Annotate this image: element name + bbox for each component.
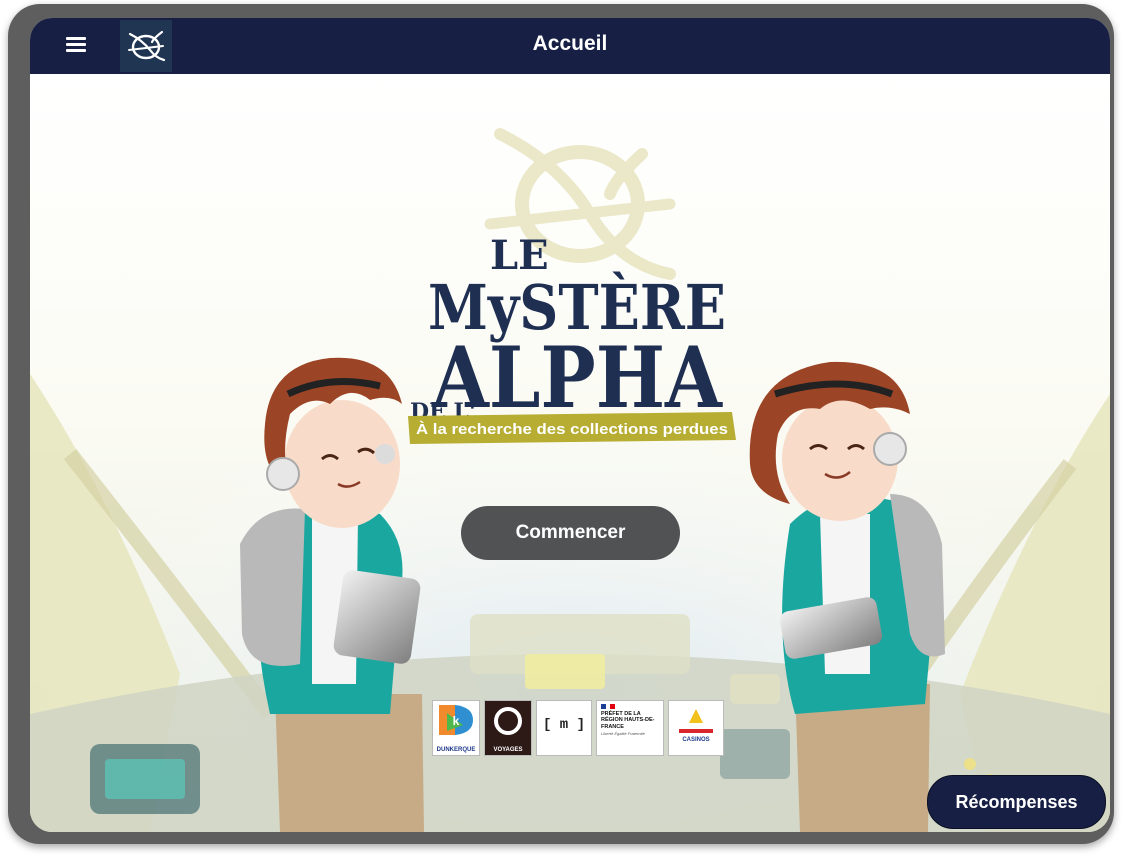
svg-text:k: k [453,714,460,728]
start-button[interactable]: Commencer [461,506,680,560]
tablet-frame: Accueil LE MySTÈRE DE L' ALPHA À la rech… [8,4,1114,844]
partner-logo-museum: [ m ] [536,700,592,756]
subtitle-banner: À la recherche des collections perdues [408,412,736,444]
subtitle-text: À la recherche des collections perdues [416,421,728,438]
partner-name: VOYAGES [493,747,523,753]
partner-name: [ m ] [542,717,585,733]
partner-name: CASINOS [682,737,710,743]
partner-logo-prefet: PRÉFET DE LA RÉGION HAUTS-DE-FRANCE Libe… [596,700,664,756]
top-navigation-bar: Accueil [30,18,1110,74]
partner-motto: Liberté Égalité Fraternité [601,730,645,736]
page-title: Accueil [532,32,608,55]
app-screen: Accueil LE MySTÈRE DE L' ALPHA À la rech… [30,18,1110,832]
partner-logo-dunkerque: k DUNKERQUE [432,700,480,756]
rewards-button[interactable]: Récompenses [927,775,1106,829]
partner-logo-casinos: CASINOS [668,700,724,756]
partner-name: PRÉFET DE LA RÉGION HAUTS-DE-FRANCE [601,711,655,730]
partner-logo-voyages: VOYAGES [484,700,532,756]
partner-name: DUNKERQUE [436,747,476,753]
home-scene: LE MySTÈRE DE L' ALPHA À la recherche de… [30,74,1110,832]
partner-logos: k DUNKERQUE VOYAGES [ m ] PRÉFET DE LA R… [432,700,724,756]
title-line-3: ALPHA [431,328,723,427]
